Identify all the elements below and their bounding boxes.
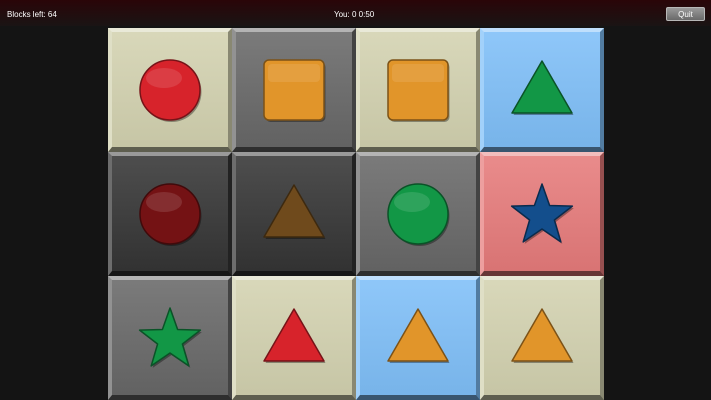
tile-r2-c4[interactable] <box>480 152 604 276</box>
score-status: You: 0 0:50 <box>334 10 374 19</box>
player-label: You: <box>334 10 350 19</box>
game-board <box>108 28 604 400</box>
square-icon <box>263 59 326 122</box>
tile-r3-c2[interactable] <box>232 276 356 400</box>
timer: 0:50 <box>358 10 375 19</box>
triangle-icon <box>511 60 574 115</box>
square-icon <box>387 59 450 122</box>
tile-r2-c1[interactable] <box>108 152 232 276</box>
tile-r1-c3[interactable] <box>356 28 480 152</box>
tile-r2-c3[interactable] <box>356 152 480 276</box>
tile-r1-c4[interactable] <box>480 28 604 152</box>
blocks-left-label: Blocks left: <box>7 10 46 19</box>
player-score: 0 <box>351 10 357 19</box>
triangle-icon <box>263 308 326 363</box>
blocks-left-value: 64 <box>47 10 57 19</box>
tile-r1-c1[interactable] <box>108 28 232 152</box>
triangle-icon <box>511 308 574 363</box>
star-icon <box>510 183 574 244</box>
top-bar: Blocks left: 64 You: 0 0:50 Quit <box>0 0 711 26</box>
tile-r2-c2[interactable] <box>232 152 356 276</box>
blocks-left-counter: Blocks left: 64 <box>7 10 57 19</box>
circle-icon <box>139 183 202 246</box>
tile-r1-c2[interactable] <box>232 28 356 152</box>
quit-button[interactable]: Quit <box>666 7 705 21</box>
star-icon <box>138 307 202 368</box>
circle-icon <box>387 183 450 246</box>
circle-icon <box>139 59 202 122</box>
tile-r3-c4[interactable] <box>480 276 604 400</box>
triangle-icon <box>387 308 450 363</box>
tile-r3-c1[interactable] <box>108 276 232 400</box>
triangle-icon <box>263 184 326 239</box>
tile-r3-c3[interactable] <box>356 276 480 400</box>
